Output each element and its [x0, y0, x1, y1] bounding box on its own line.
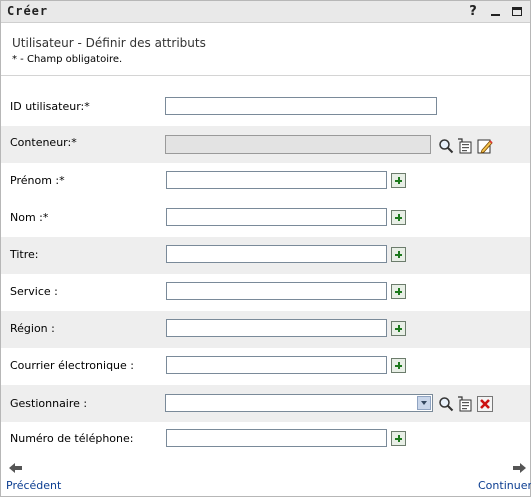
first-name-label: Prénom :*	[10, 174, 65, 187]
container-input[interactable]	[165, 135, 431, 154]
form-header: Utilisateur - Définir des attributs * - …	[1, 23, 530, 76]
row-manager: Gestionnaire :	[1, 385, 530, 422]
user-id-input[interactable]	[165, 97, 437, 115]
edit-icon[interactable]	[477, 138, 493, 154]
search-icon[interactable]	[438, 138, 454, 154]
row-region: Région :	[1, 311, 530, 348]
row-last-name: Nom :*	[1, 200, 530, 237]
create-user-window: Créer ? Utilisateur - Définir des attrib…	[0, 0, 531, 497]
manager-label: Gestionnaire :	[10, 397, 88, 410]
row-title: Titre:	[1, 237, 530, 274]
container-label: Conteneur:*	[10, 136, 77, 149]
row-container: Conteneur:*	[1, 126, 530, 163]
title-label: Titre:	[10, 248, 39, 261]
required-note: * - Champ obligatoire.	[12, 54, 123, 65]
manager-history-icon[interactable]	[457, 396, 473, 412]
row-email: Courrier électronique :	[1, 348, 530, 385]
first-name-input[interactable]	[166, 171, 387, 189]
last-name-label: Nom :*	[10, 211, 49, 224]
region-input[interactable]	[166, 319, 387, 337]
phone-label: Numéro de téléphone:	[10, 432, 134, 445]
title-input[interactable]	[166, 245, 387, 263]
region-label: Région :	[10, 322, 55, 335]
minimize-button[interactable]	[488, 3, 502, 19]
last-name-input[interactable]	[166, 208, 387, 226]
add-phone-value-button[interactable]	[391, 431, 406, 446]
add-department-value-button[interactable]	[391, 284, 406, 299]
page-subtitle: Utilisateur - Définir des attributs	[12, 36, 206, 50]
manager-search-icon[interactable]	[438, 396, 454, 412]
row-department: Service :	[1, 274, 530, 311]
row-user-id: ID utilisateur:*	[1, 89, 530, 126]
user-id-label: ID utilisateur:*	[10, 100, 90, 113]
browse-history-icon[interactable]	[457, 138, 473, 154]
window-controls: ?	[466, 3, 524, 19]
manager-select[interactable]	[165, 394, 433, 412]
arrow-left-icon[interactable]	[9, 463, 23, 473]
arrow-right-icon[interactable]	[512, 463, 526, 473]
continue-link[interactable]: Continuer	[478, 479, 531, 492]
add-first-name-value-button[interactable]	[391, 173, 406, 188]
maximize-button[interactable]	[510, 3, 524, 19]
email-input[interactable]	[166, 356, 387, 374]
row-first-name: Prénom :*	[1, 163, 530, 200]
add-last-name-value-button[interactable]	[391, 210, 406, 225]
phone-input[interactable]	[166, 429, 387, 447]
row-phone: Numéro de téléphone:	[1, 422, 530, 459]
add-region-value-button[interactable]	[391, 321, 406, 336]
maximize-icon	[512, 6, 522, 16]
window-title: Créer	[7, 4, 49, 18]
add-title-value-button[interactable]	[391, 247, 406, 262]
clear-icon[interactable]	[477, 396, 493, 412]
previous-link[interactable]: Précédent	[6, 479, 61, 492]
help-button[interactable]: ?	[466, 3, 480, 19]
add-email-value-button[interactable]	[391, 358, 406, 373]
department-label: Service :	[10, 285, 58, 298]
title-bar: Créer ?	[1, 1, 530, 23]
chevron-down-icon[interactable]	[417, 396, 431, 410]
email-label: Courrier électronique :	[10, 359, 134, 372]
minimize-icon	[490, 14, 500, 16]
department-input[interactable]	[166, 282, 387, 300]
